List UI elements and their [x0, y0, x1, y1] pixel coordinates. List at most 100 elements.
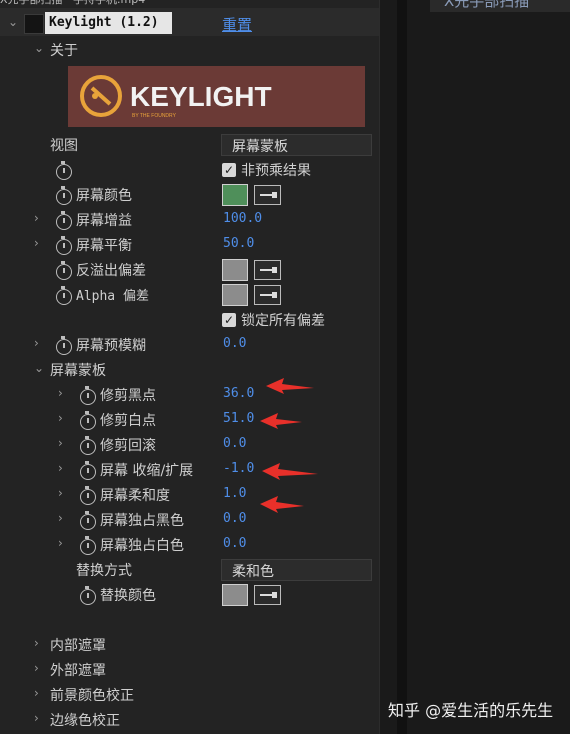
- screen-matte-item-value[interactable]: 51.0: [223, 411, 254, 426]
- chevron-right-icon[interactable]: ›: [58, 461, 63, 475]
- chevron-right-icon[interactable]: ›: [34, 336, 39, 350]
- screen-matte-item-label: 修剪回滚: [100, 438, 156, 454]
- chevron-right-icon[interactable]: ›: [58, 411, 63, 425]
- screen-gain-label: 屏幕增益: [76, 213, 132, 229]
- screen-preblur-row: › 屏幕预模糊 0.0: [0, 333, 380, 358]
- eyedropper-button[interactable]: [254, 260, 281, 280]
- keylight-logo-graphic: KEYLIGHT BY THE FOUNDRY: [80, 75, 272, 119]
- view-dropdown[interactable]: 屏幕蒙板 ⌄: [221, 134, 372, 156]
- despill-bias-swatch[interactable]: [222, 259, 248, 281]
- chevron-right-icon[interactable]: ›: [34, 686, 39, 700]
- screen-matte-item-label: 修剪白点: [100, 413, 156, 429]
- unpremultiply-checkbox[interactable]: ✓: [222, 163, 236, 177]
- stopwatch-icon[interactable]: [80, 536, 96, 555]
- chevron-right-icon[interactable]: ›: [58, 436, 63, 450]
- chevron-right-icon[interactable]: ›: [58, 511, 63, 525]
- view-label: 视图: [50, 138, 78, 154]
- unpremultiply-label: 非预乘结果: [241, 163, 311, 179]
- chevron-right-icon[interactable]: ›: [58, 536, 63, 550]
- screen-matte-item-value[interactable]: 1.0: [223, 486, 246, 501]
- reset-link[interactable]: 重置: [222, 14, 252, 35]
- lock-biases-label: 锁定所有偏差: [241, 313, 325, 329]
- eyedropper-button[interactable]: [254, 285, 281, 305]
- watermark: 知乎 @爱生活的乐先生: [388, 701, 554, 720]
- stopwatch-icon[interactable]: [56, 236, 72, 255]
- screen-matte-item-value[interactable]: 0.0: [223, 511, 246, 526]
- annotation-arrow: [262, 463, 318, 480]
- stopwatch-icon[interactable]: [80, 486, 96, 505]
- replace-color-swatch[interactable]: [222, 584, 248, 606]
- stopwatch-icon[interactable]: [80, 511, 96, 530]
- chevron-down-icon: ⌄: [232, 137, 243, 151]
- replace-method-dropdown[interactable]: 柔和色 ⌄: [221, 559, 372, 581]
- screen-color-row: 屏幕颜色: [0, 183, 380, 208]
- view-row: 视图 屏幕蒙板 ⌄: [0, 133, 380, 158]
- chevron-down-icon: ⌄: [232, 562, 243, 576]
- stopwatch-icon[interactable]: [56, 261, 72, 280]
- eyedropper-button[interactable]: [254, 185, 281, 205]
- chevron-down-icon[interactable]: ⌄: [34, 361, 44, 375]
- stopwatch-icon[interactable]: [56, 186, 72, 205]
- screen-matte-item-value[interactable]: 0.0: [223, 436, 246, 451]
- chevron-right-icon[interactable]: ›: [58, 486, 63, 500]
- screen-matte-item-value[interactable]: 0.0: [223, 536, 246, 551]
- panel-divider[interactable]: [397, 0, 407, 734]
- chevron-right-icon[interactable]: ›: [34, 636, 39, 650]
- screen-matte-item-label: 屏幕独占白色: [100, 538, 184, 554]
- eyedropper-icon: [260, 192, 277, 198]
- chevron-right-icon[interactable]: ›: [34, 236, 39, 250]
- replace-color-row: 替换颜色: [0, 583, 380, 608]
- stopwatch-icon[interactable]: [80, 411, 96, 430]
- stopwatch-icon[interactable]: [56, 161, 72, 180]
- effect-name[interactable]: Keylight (1.2): [45, 12, 172, 34]
- stopwatch-icon[interactable]: [80, 386, 96, 405]
- replace-method-label: 替换方式: [76, 563, 132, 579]
- chevron-right-icon[interactable]: ›: [34, 711, 39, 725]
- collapse-arrow-icon[interactable]: ⌄: [8, 15, 18, 29]
- screen-gain-value[interactable]: 100.0: [223, 211, 262, 226]
- about-label: 关于: [50, 43, 78, 59]
- param-group[interactable]: › 边缘色校正: [0, 708, 380, 733]
- stopwatch-icon[interactable]: [56, 286, 72, 305]
- param-group[interactable]: › 前景颜色校正: [0, 683, 380, 708]
- screen-balance-row: › 屏幕平衡 50.0: [0, 233, 380, 258]
- lock-biases-checkbox[interactable]: ✓: [222, 313, 236, 327]
- param-group[interactable]: › 外部遮罩: [0, 658, 380, 683]
- screen-matte-item: › 屏幕独占白色 0.0: [0, 533, 380, 558]
- stopwatch-icon[interactable]: [80, 436, 96, 455]
- chevron-right-icon[interactable]: ›: [34, 661, 39, 675]
- unpremultiply-row: ✓ 非预乘结果: [0, 158, 380, 183]
- chevron-right-icon[interactable]: ›: [58, 386, 63, 400]
- screen-balance-value[interactable]: 50.0: [223, 236, 254, 251]
- annotation-arrow: [260, 413, 302, 429]
- screen-color-swatch[interactable]: [222, 184, 248, 206]
- eyedropper-icon: [260, 592, 277, 598]
- replace-method-row: 替换方式 柔和色 ⌄: [0, 558, 380, 583]
- replace-color-label: 替换颜色: [100, 588, 156, 604]
- eyedropper-button[interactable]: [254, 585, 281, 605]
- layer-title-strip: X先手部扫描 · 手持手机.mp4: [0, 0, 380, 8]
- stopwatch-icon[interactable]: [80, 586, 96, 605]
- screen-matte-item-label: 屏幕柔和度: [100, 488, 170, 504]
- alpha-bias-swatch[interactable]: [222, 284, 248, 306]
- stopwatch-icon[interactable]: [56, 211, 72, 230]
- composition-tab-title[interactable]: X先手部扫描: [430, 0, 570, 12]
- chevron-right-icon[interactable]: ›: [34, 211, 39, 225]
- effect-controls-panel: X先手部扫描 · 手持手机.mp4 ⌄ Keylight (1.2) 重置 ⌄ …: [0, 0, 380, 734]
- screen-matte-item-value[interactable]: 36.0: [223, 386, 254, 401]
- about-row[interactable]: ⌄ 关于: [0, 38, 380, 63]
- logo-text: KEYLIGHT: [130, 81, 272, 112]
- screen-matte-item-label: 屏幕独占黑色: [100, 513, 184, 529]
- screen-preblur-label: 屏幕预模糊: [76, 338, 146, 354]
- screen-preblur-value[interactable]: 0.0: [223, 336, 246, 351]
- screen-matte-item-value[interactable]: -1.0: [223, 461, 254, 476]
- keylight-logo: KEYLIGHT BY THE FOUNDRY: [68, 66, 365, 127]
- chevron-down-icon[interactable]: ⌄: [34, 41, 44, 55]
- screen-balance-label: 屏幕平衡: [76, 238, 132, 254]
- screen-color-label: 屏幕颜色: [76, 188, 132, 204]
- stopwatch-icon[interactable]: [80, 461, 96, 480]
- param-group[interactable]: › 内部遮罩: [0, 633, 380, 658]
- fx-toggle-checkbox[interactable]: [24, 14, 44, 34]
- stopwatch-icon[interactable]: [56, 336, 72, 355]
- despill-bias-row: 反溢出偏差: [0, 258, 380, 283]
